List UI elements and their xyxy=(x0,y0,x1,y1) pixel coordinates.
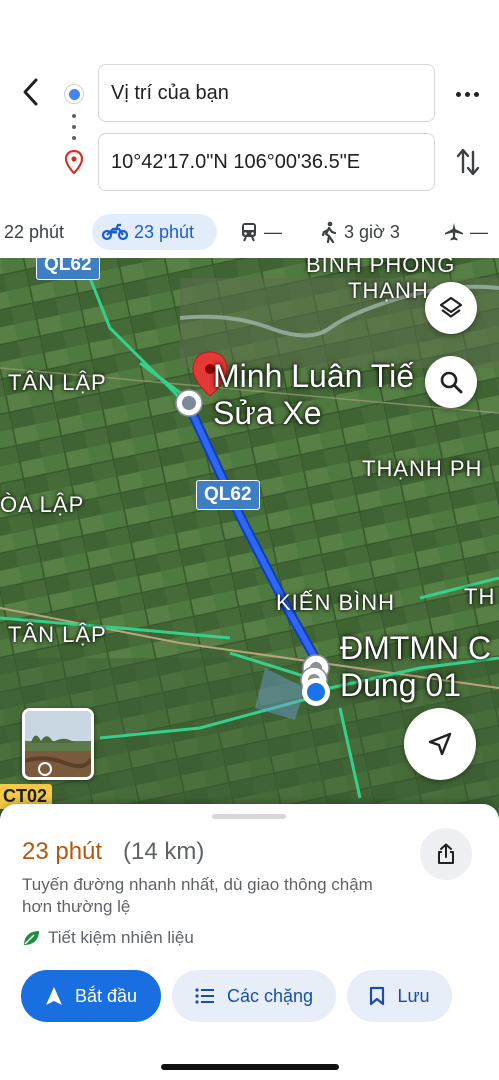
bookmark-icon xyxy=(370,986,385,1006)
save-button-label: Lưu xyxy=(397,985,430,1006)
share-button[interactable] xyxy=(420,828,472,880)
route-duration: 23 phút xyxy=(22,838,103,865)
poi-destination-line2: Sửa Xe xyxy=(213,394,322,431)
map-label-thanh-phu: THẠNH PH xyxy=(362,456,483,481)
tab-transit[interactable]: — xyxy=(240,214,282,250)
walk-icon xyxy=(321,221,337,243)
share-icon xyxy=(438,843,454,864)
search-icon xyxy=(440,371,463,394)
destination-input-text: 10°42'17.0"N 106°00'36.5"E xyxy=(111,150,361,173)
train-icon xyxy=(242,223,256,242)
origin-input[interactable]: Vị trí của bạn xyxy=(98,64,435,122)
tab-car[interactable]: 22 phút xyxy=(4,214,64,250)
tab-walk-label: 3 giờ 3 xyxy=(344,221,400,242)
directions-header: Vị trí của bạn 10°42'17.0"N 106°00'36.5"… xyxy=(0,0,499,258)
tab-car-label: 22 phút xyxy=(4,221,65,242)
road-shield-ql62-top: QL62 xyxy=(36,258,100,280)
back-arrow-icon xyxy=(23,78,38,106)
map-search-button[interactable] xyxy=(425,356,477,408)
eco-label: Tiết kiệm nhiên liệu xyxy=(48,928,194,947)
poi-label-origin[interactable]: ĐMTMN C Dung 01 xyxy=(340,630,491,704)
start-button[interactable]: Bắt đầu xyxy=(21,970,161,1022)
tab-flight-label: — xyxy=(470,221,488,242)
street-view-thumbnail[interactable] xyxy=(22,708,94,780)
poi-destination-line1: Minh Luân Tiế xyxy=(213,358,415,394)
map-label-hoa-lap: ÒA LẬP xyxy=(0,492,85,517)
save-button[interactable]: Lưu xyxy=(347,970,452,1022)
tab-transit-label: — xyxy=(264,221,282,242)
start-button-label: Bắt đầu xyxy=(74,985,138,1006)
route-details-sheet: 23 phút (14 km) Tuyến đường nhanh nhất, … xyxy=(0,804,499,1080)
more-dots-icon xyxy=(455,91,461,97)
route-distance: (14 km) xyxy=(123,838,205,865)
steps-button-label: Các chặng xyxy=(226,985,314,1006)
layers-button[interactable] xyxy=(425,282,477,334)
navigate-button[interactable] xyxy=(404,708,476,780)
origin-dot-icon xyxy=(65,85,83,103)
tab-motorbike[interactable]: 23 phút xyxy=(92,214,217,250)
navigation-arrow-icon xyxy=(428,732,452,756)
tab-motorbike-label: 23 phút xyxy=(134,221,195,242)
map-label-binh-phong: BÌNH PHONG xyxy=(306,258,456,277)
tab-walk[interactable]: 3 giờ 3 xyxy=(320,214,400,250)
more-options-button[interactable] xyxy=(448,80,486,108)
poi-origin-line2: Dung 01 xyxy=(340,666,461,703)
flight-icon xyxy=(445,223,463,241)
road-shield-ql62: QL62 xyxy=(196,480,260,510)
back-button[interactable] xyxy=(14,72,48,112)
map-label-th: TH xyxy=(464,584,496,609)
destination-pin-icon xyxy=(64,149,84,179)
map-label-tan-lap-2: TÂN LẬP xyxy=(8,622,107,647)
swap-button[interactable] xyxy=(450,142,486,182)
list-icon xyxy=(195,988,214,1004)
eco-badge: Tiết kiệm nhiên liệu xyxy=(22,928,194,948)
destination-input[interactable]: 10°42'17.0"N 106°00'36.5"E xyxy=(98,133,435,191)
route-description: Tuyến đường nhanh nhất, dù giao thông ch… xyxy=(22,875,373,916)
travel-mode-tabs: 22 phút 23 phút — 3 giờ 3 — xyxy=(0,210,499,254)
leaf-icon xyxy=(24,931,39,945)
origin-input-text: Vị trí của bạn xyxy=(111,81,229,104)
route-dots-icon xyxy=(72,114,76,140)
home-indicator[interactable] xyxy=(161,1064,339,1070)
street-view-image xyxy=(25,711,91,777)
navigation-arrow-icon xyxy=(45,987,62,1005)
sheet-handle[interactable] xyxy=(212,814,286,819)
map-label-tan-lap-1: TÂN LẬP xyxy=(8,370,107,395)
tab-flight[interactable]: — xyxy=(444,214,488,250)
steps-button[interactable]: Các chặng xyxy=(172,970,336,1022)
poi-origin-line1: ĐMTMN C xyxy=(340,630,492,666)
layers-icon xyxy=(439,296,463,318)
swap-icon xyxy=(456,148,480,176)
motorbike-icon xyxy=(102,223,128,241)
map-label-thanh: THẠNH xyxy=(348,278,429,303)
map-label-kien-binh: KIẾN BÌNH xyxy=(276,590,396,615)
poi-label-destination[interactable]: Minh Luân Tiế Sửa Xe xyxy=(213,358,414,432)
map-view[interactable]: QL62 BÌNH PHONG THẠNH TÂN LẬP THẠNH PH Ò… xyxy=(0,258,499,818)
